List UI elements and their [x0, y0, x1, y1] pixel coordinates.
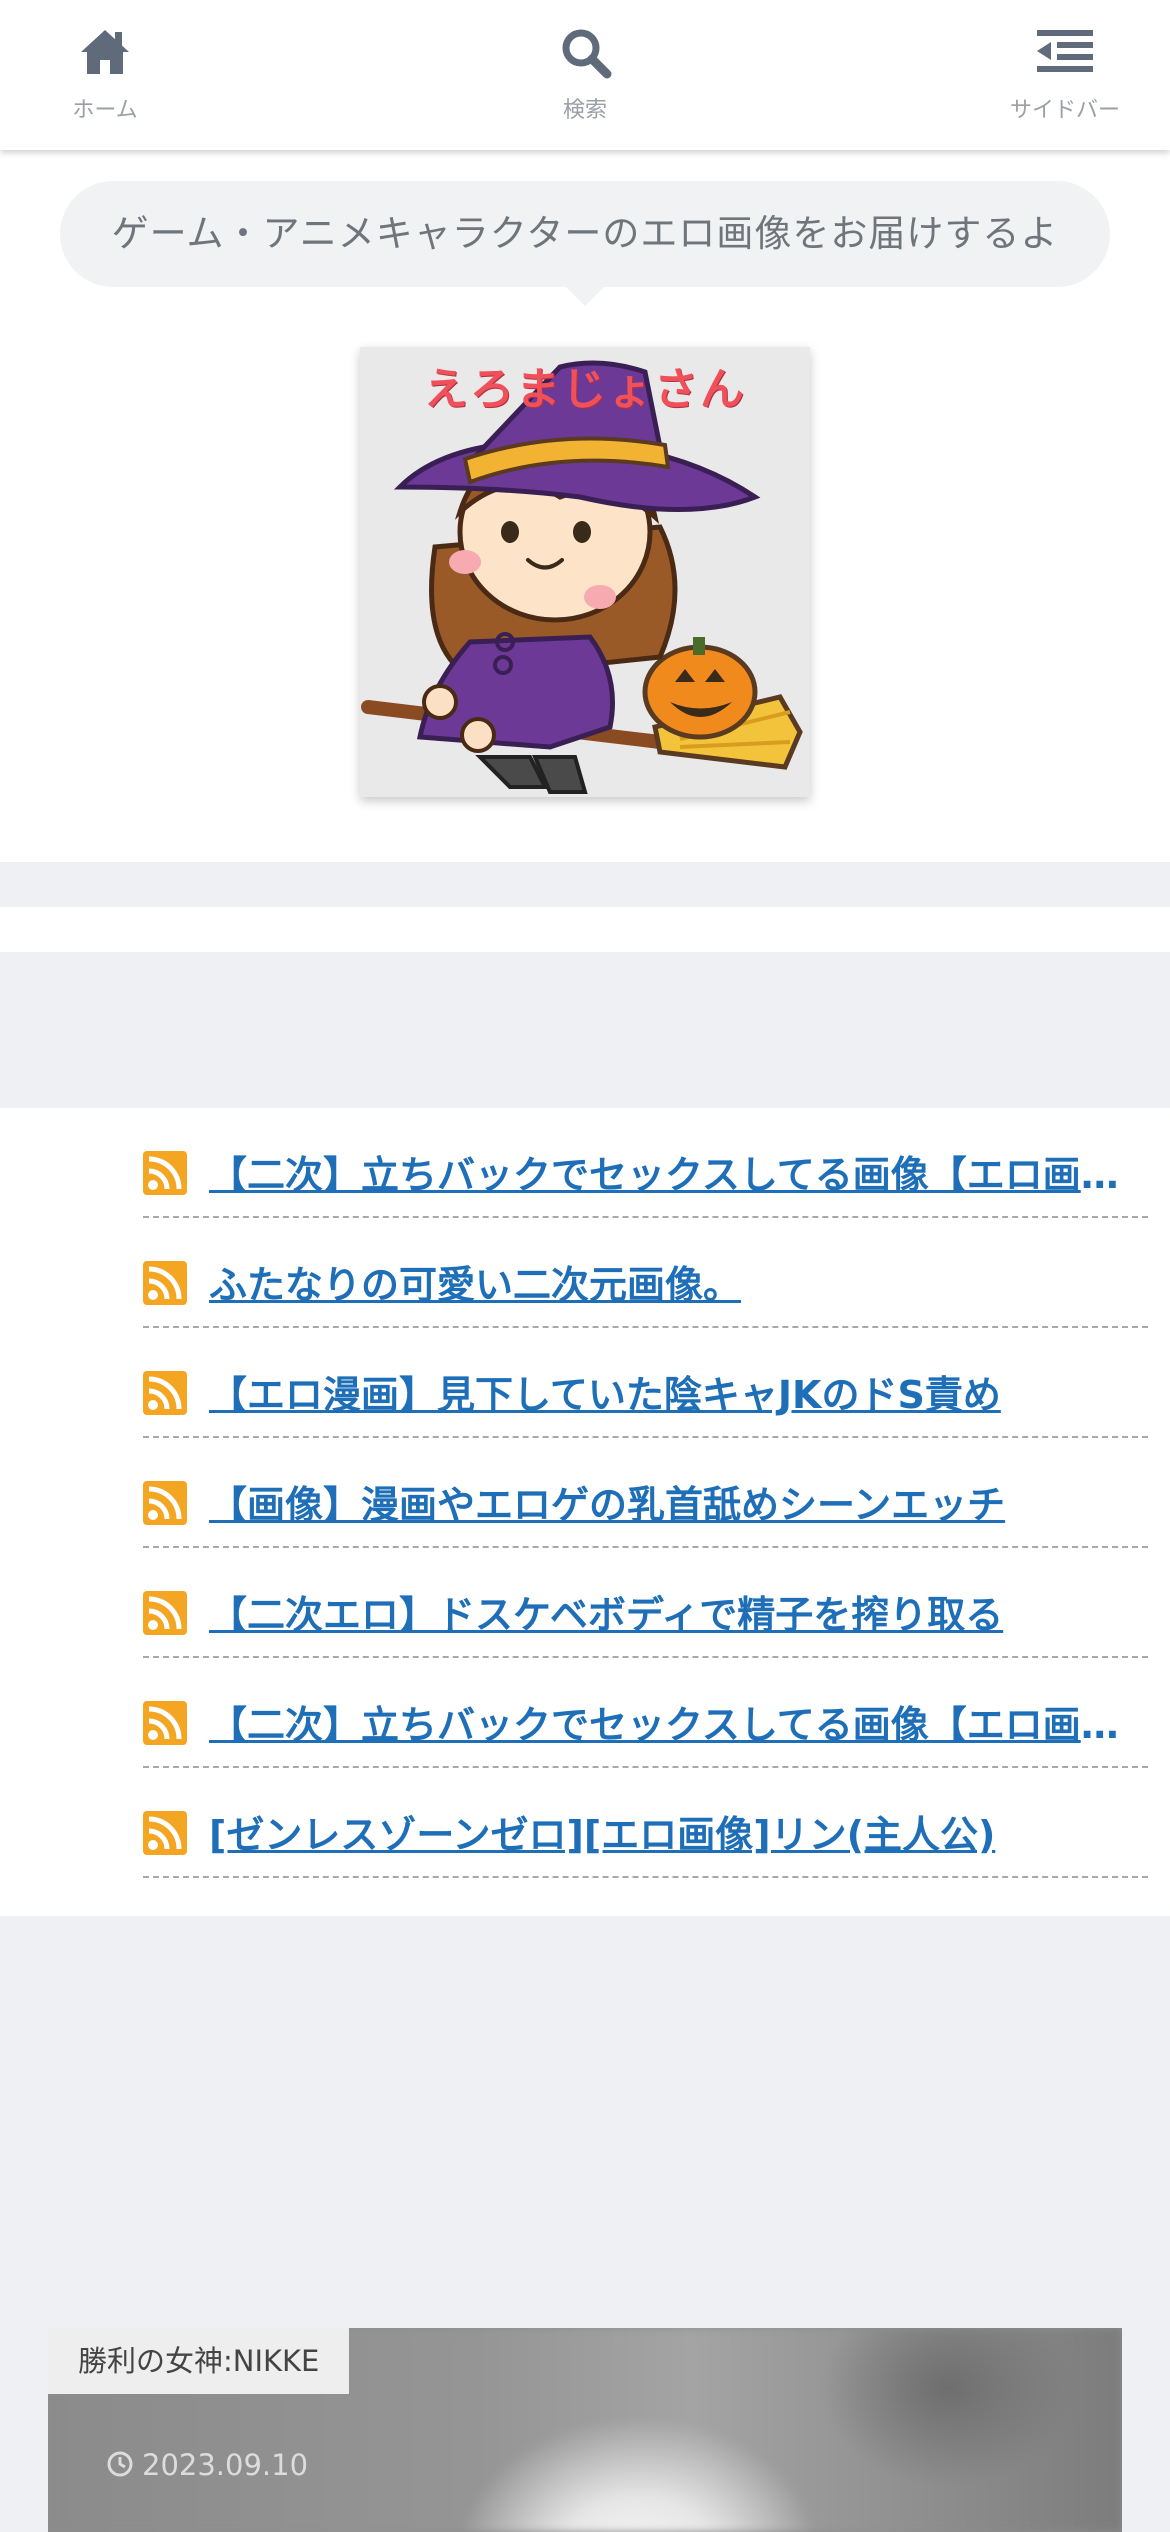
- article-card[interactable]: 勝利の女神:NIKKE 2023.09.10: [48, 2328, 1122, 2532]
- list-item: 【二次エロ】ドスケベボディで精子を搾り取る: [143, 1548, 1148, 1658]
- rss-link[interactable]: 【画像】漫画やエロゲの乳首舐めシーンエッチ: [209, 1478, 1144, 1532]
- rss-icon: [143, 1591, 187, 1635]
- post-date: 2023.09.10: [106, 2448, 308, 2482]
- category-label[interactable]: 勝利の女神:NIKKE: [48, 2328, 350, 2394]
- home-icon: [81, 30, 129, 74]
- post-date-text: 2023.09.10: [142, 2448, 309, 2482]
- rss-icon: [143, 1151, 187, 1195]
- site-header: ゲーム・アニメキャラクターのエロ画像をお届けするよ えろまじょさん: [0, 150, 1170, 862]
- nav-sidebar[interactable]: サイドバー: [965, 24, 1165, 124]
- list-item: 【二次】立ちバックでセックスしてる画像【エロ画像】: [143, 1108, 1148, 1218]
- nav-search[interactable]: 検索: [485, 24, 685, 124]
- rss-icon: [143, 1811, 187, 1855]
- rss-feed-panel: 【二次】立ちバックでセックスしてる画像【エロ画像】 ふたなりの可愛い二次元画像。…: [0, 1108, 1170, 1916]
- nav-home[interactable]: ホーム: [5, 24, 205, 124]
- rss-link[interactable]: 【二次】立ちバックでセックスしてる画像【エロ画像】: [209, 1148, 1144, 1202]
- rss-link[interactable]: [ゼンレスゾーンゼロ][エロ画像]リン(主人公): [209, 1808, 1144, 1862]
- rss-icon: [143, 1701, 187, 1745]
- tagline-pointer: [565, 286, 605, 306]
- logo-text: えろまじょさん: [424, 364, 746, 415]
- list-item: 【二次】立ちバックでセックスしてる画像【エロ画像】: [143, 1658, 1148, 1768]
- rss-list: 【二次】立ちバックでセックスしてる画像【エロ画像】 ふたなりの可愛い二次元画像。…: [143, 1108, 1148, 1878]
- clock-icon: [107, 2451, 133, 2477]
- rss-icon: [143, 1261, 187, 1305]
- rss-link[interactable]: 【二次エロ】ドスケベボディで精子を搾り取る: [209, 1588, 1144, 1642]
- top-nav: ホーム 検索 サイドバー: [0, 0, 1170, 150]
- site-logo[interactable]: えろまじょさん: [360, 347, 810, 797]
- site-tagline: ゲーム・アニメキャラクターのエロ画像をお届けするよ: [60, 181, 1110, 287]
- list-item: ふたなりの可愛い二次元画像。: [143, 1218, 1148, 1328]
- rss-icon: [143, 1481, 187, 1525]
- separator-strip: [0, 907, 1170, 952]
- list-item: 【エロ漫画】見下していた陰キャJKのドS責め: [143, 1328, 1148, 1438]
- search-icon: [562, 29, 612, 79]
- rss-link[interactable]: 【二次】立ちバックでセックスしてる画像【エロ画像】: [209, 1698, 1144, 1752]
- rss-icon: [143, 1371, 187, 1415]
- rss-link[interactable]: ふたなりの可愛い二次元画像。: [209, 1258, 1144, 1312]
- sidebar-menu-icon: [1037, 30, 1093, 72]
- list-item: 【画像】漫画やエロゲの乳首舐めシーンエッチ: [143, 1438, 1148, 1548]
- nav-sidebar-label: サイドバー: [1009, 98, 1120, 123]
- nav-home-label: ホーム: [72, 98, 138, 123]
- nav-search-label: 検索: [562, 98, 607, 123]
- list-item: [ゼンレスゾーンゼロ][エロ画像]リン(主人公): [143, 1768, 1148, 1878]
- rss-link[interactable]: 【エロ漫画】見下していた陰キャJKのドS責め: [209, 1368, 1144, 1422]
